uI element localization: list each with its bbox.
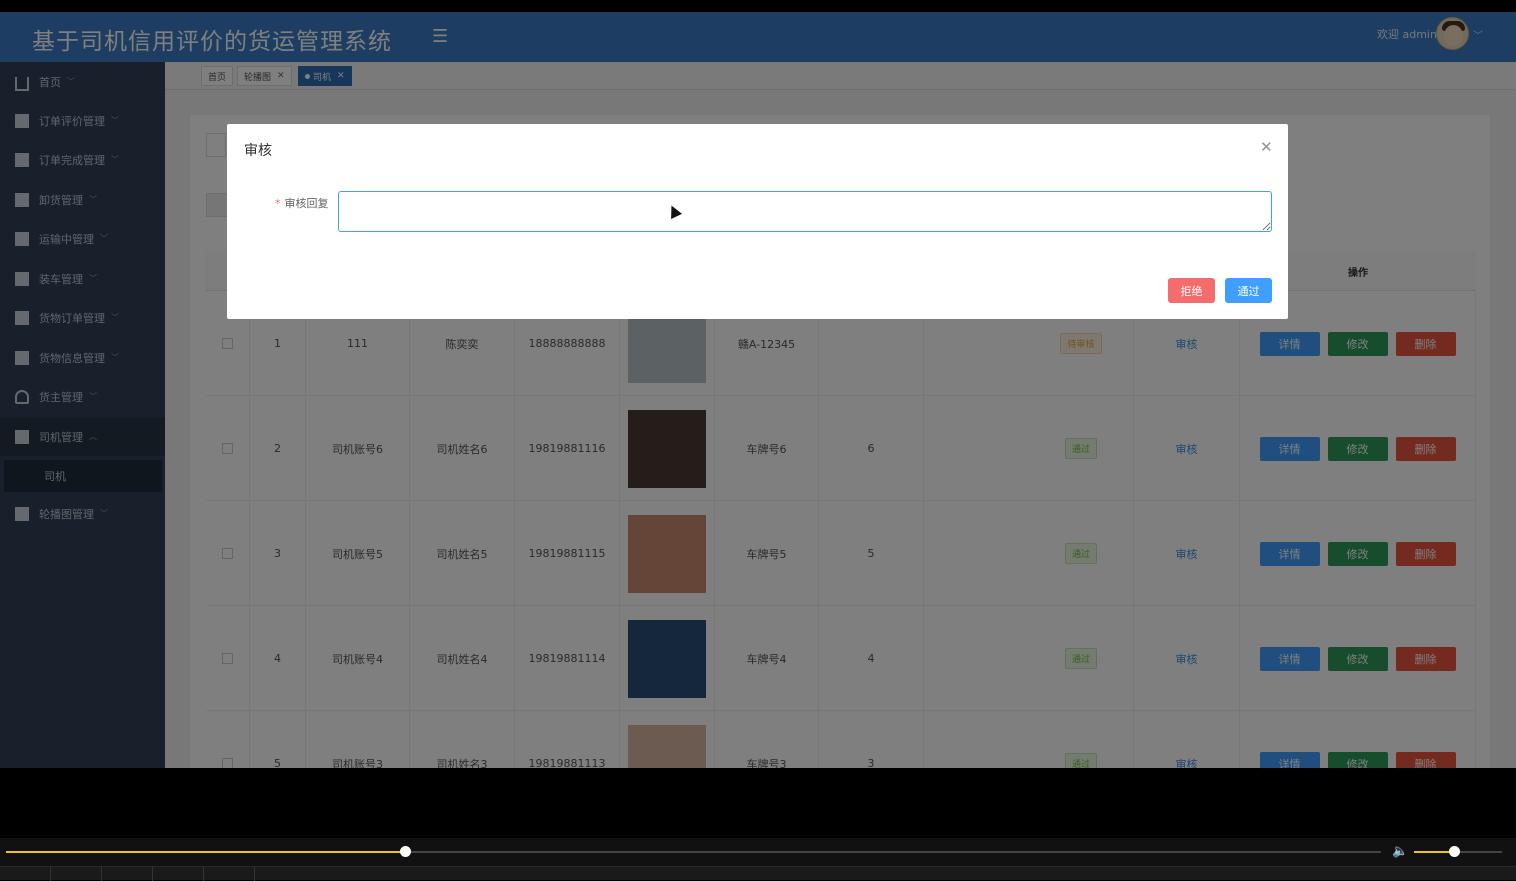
review-reply-label: * 审核回复 [275, 195, 329, 211]
volume-icon[interactable]: 🔈 [1392, 844, 1408, 859]
pass-button[interactable]: 通过 [1225, 278, 1272, 303]
strip-divider [203, 867, 204, 881]
review-dialog: 审核 ✕ * 审核回复 拒绝 通过 [227, 124, 1288, 319]
progress-handle[interactable] [399, 846, 411, 857]
label-text: 审核回复 [284, 197, 329, 210]
progress-fill [6, 851, 405, 853]
volume-fill [1414, 851, 1454, 853]
strip-divider [254, 867, 255, 881]
required-mark: * [275, 197, 281, 210]
volume-handle[interactable] [1448, 846, 1460, 857]
app-window: 基于司机信用评价的货运管理系统 ☰ 欢迎 admin ﹀ 首页﹀订单评价管理﹀订… [0, 12, 1516, 768]
video-player-bar: 🔈 [0, 838, 1516, 881]
review-reply-input[interactable] [338, 191, 1272, 232]
strip-divider [50, 867, 51, 881]
close-icon[interactable]: ✕ [1260, 138, 1273, 156]
player-controls-strip [0, 866, 1516, 881]
reject-button[interactable]: 拒绝 [1168, 278, 1215, 303]
strip-divider [101, 867, 102, 881]
progress-track[interactable] [6, 851, 1381, 853]
strip-divider [152, 867, 153, 881]
dialog-title: 审核 [244, 143, 272, 159]
